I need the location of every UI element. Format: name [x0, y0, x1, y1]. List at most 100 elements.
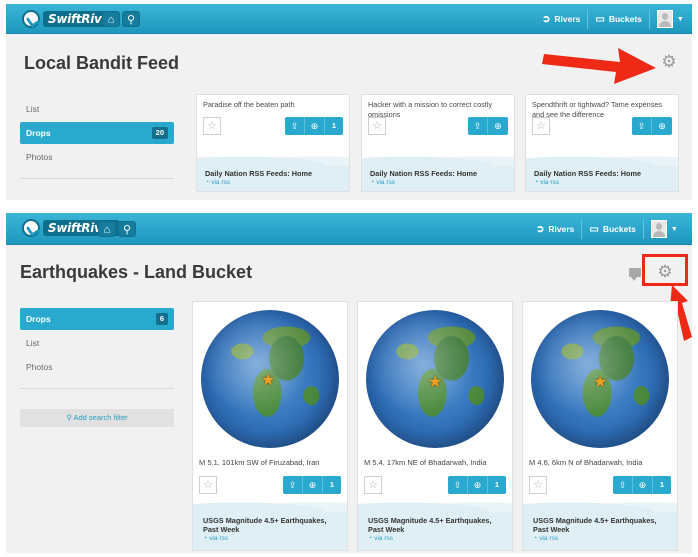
add-to-bucket-icon[interactable]: ⊕ [468, 476, 488, 494]
source-name[interactable]: Daily Nation RSS Feeds: Home [205, 169, 341, 178]
search-button[interactable]: ⚲ [122, 11, 140, 27]
drop-action-group: ⇪ ⊕ [632, 117, 672, 135]
rss-icon: ◔ [533, 535, 538, 542]
share-icon[interactable]: ⇪ [283, 476, 303, 494]
share-icon[interactable]: ⇪ [285, 117, 305, 135]
buckets-label: Buckets [602, 223, 636, 234]
drop-action-group: ⇪ ⊕ 1 [613, 476, 671, 494]
star-icon[interactable]: ☆ [529, 476, 547, 494]
add-to-bucket-icon[interactable]: ⊕ [303, 476, 323, 494]
chevron-down-icon[interactable]: ▼ [677, 16, 684, 23]
home-button[interactable]: ⌂ [102, 11, 120, 27]
sidebar-item-label: Drops [26, 128, 51, 138]
share-icon[interactable]: ⇪ [468, 117, 488, 135]
add-to-bucket-icon[interactable]: ⊕ [652, 117, 672, 135]
avatar[interactable] [650, 220, 667, 238]
source-name[interactable]: Daily Nation RSS Feeds: Home [370, 169, 506, 178]
via-label: via rss [211, 179, 231, 186]
drop-card[interactable]: ★ M 5.4, 17km NE of Bhadarwah, India ☆ ⇪… [357, 301, 513, 551]
drop-card[interactable]: Paradise off the beaten path ☆ ⇪ ⊕ 1 Dai… [196, 94, 350, 192]
add-to-bucket-icon[interactable]: ⊕ [633, 476, 653, 494]
drop-action-group: ⇪ ⊕ 1 [283, 476, 341, 494]
sidebar-item-photos[interactable]: Photos [20, 146, 174, 168]
nav-separator [648, 9, 650, 29]
drop-card[interactable]: ★ M 5.1, 101km SW of Firuzabad, Iran ☆ ⇪… [192, 301, 348, 551]
red-highlight-box [642, 254, 688, 286]
sidebar-item-label: List [26, 338, 40, 348]
sidebar-item-list[interactable]: List [20, 332, 174, 354]
drop-card[interactable]: ★ M 4.6, 6km N of Bhadarwah, India ☆ ⇪ ⊕… [522, 301, 678, 551]
rss-icon: ◔ [370, 179, 375, 186]
drop-title: M 5.1, 101km SW of Firuzabad, Iran [199, 458, 320, 467]
drop-actions: ☆ ⇪ ⊕ 1 [199, 476, 341, 496]
sidebar-item-list[interactable]: List [20, 98, 174, 120]
sidebar-item-drops[interactable]: Drops 6 [20, 308, 174, 330]
drop-action-group: ⇪ ⊕ 1 [285, 117, 343, 135]
rivers-label: Rivers [554, 13, 581, 24]
top-right-nav: ➲ Rivers ▭ Buckets ▼ [536, 213, 678, 245]
home-button[interactable]: ⌂ [98, 221, 116, 237]
rivers-link[interactable]: ➲ Rivers [542, 14, 580, 25]
sidebar-item-label: Photos [26, 152, 53, 162]
drop-source: Daily Nation RSS Feeds: Home ◔ via rss [362, 154, 514, 191]
comment-icon[interactable] [629, 268, 641, 281]
gear-icon[interactable]: ⚙ [661, 53, 677, 70]
star-icon[interactable]: ☆ [532, 117, 550, 135]
share-icon[interactable]: ⇪ [632, 117, 652, 135]
via-rss: ◔ via rss [205, 179, 341, 186]
sidebar-item-label: List [26, 104, 40, 114]
add-filter-label: Add search filter [73, 413, 128, 422]
drop-title: Paradise off the beaten path [203, 100, 295, 109]
drop-action-group: ⇪ ⊕ [468, 117, 508, 135]
drop-title: Hacker with a mission to correct costly … [368, 100, 493, 119]
bucket-screenshot: SwiftRiver ⌂ ⚲ ➲ Rivers ▭ Buckets ▼ Earthq… [6, 213, 692, 553]
avatar[interactable] [656, 10, 673, 28]
buckets-link[interactable]: ▭ Buckets [589, 224, 636, 235]
source-name[interactable]: USGS Magnitude 4.5+ Earthquakes, Past We… [533, 516, 669, 534]
home-icon: ⌂ [103, 224, 111, 236]
via-label: via rss [376, 179, 396, 186]
drop-source: USGS Magnitude 4.5+ Earthquakes, Past We… [358, 500, 512, 550]
star-icon[interactable]: ☆ [199, 476, 217, 494]
nav-separator [581, 219, 583, 239]
source-name[interactable]: USGS Magnitude 4.5+ Earthquakes, Past We… [203, 516, 339, 534]
sidebar-item-label: Photos [26, 362, 53, 372]
via-rss: ◔ via rss [370, 179, 506, 186]
via-rss: ◔ via rss [368, 535, 504, 542]
buckets-link[interactable]: ▭ Buckets [595, 14, 642, 25]
top-navbar: SwiftRiver ⌂ ⚲ ➲ Rivers ▭ Buckets ▼ [6, 213, 692, 245]
rivers-link[interactable]: ➲ Rivers [536, 224, 574, 235]
star-icon[interactable]: ☆ [368, 117, 386, 135]
page-title: Local Bandit Feed [24, 53, 180, 73]
sidebar-item-drops[interactable]: Drops 20 [20, 122, 174, 144]
drop-source: Daily Nation RSS Feeds: Home ◔ via rss [526, 154, 678, 191]
feed-sidebar: List Drops 20 Photos [20, 98, 174, 179]
source-name[interactable]: Daily Nation RSS Feeds: Home [534, 169, 670, 178]
star-icon[interactable]: ☆ [203, 117, 221, 135]
nav-separator [587, 9, 589, 29]
chevron-down-icon[interactable]: ▼ [671, 226, 678, 233]
via-label: via rss [540, 179, 560, 186]
add-search-filter-button[interactable]: ⚲ Add search filter [20, 409, 174, 427]
share-icon[interactable]: ⇪ [613, 476, 633, 494]
add-to-bucket-icon[interactable]: ⊕ [488, 117, 508, 135]
bucket-sidebar: Drops 6 List Photos ⚲ Add search filter [20, 308, 174, 427]
drop-actions: ☆ ⇪ ⊕ 1 [529, 476, 671, 496]
star-icon[interactable]: ☆ [364, 476, 382, 494]
add-to-bucket-icon[interactable]: ⊕ [305, 117, 325, 135]
search-icon: ⚲ [126, 14, 136, 26]
share-icon[interactable]: ⇪ [448, 476, 468, 494]
drop-card[interactable]: Spendthrift or tightwad? Tame expenses a… [525, 94, 679, 192]
drops-count-badge: 20 [151, 127, 168, 139]
source-name[interactable]: USGS Magnitude 4.5+ Earthquakes, Past We… [368, 516, 504, 534]
drop-card[interactable]: Hacker with a mission to correct costly … [361, 94, 515, 192]
rivers-icon: ➲ [542, 13, 551, 25]
rss-icon: ◔ [203, 535, 208, 542]
search-button[interactable]: ⚲ [118, 221, 136, 237]
top-navbar: SwiftRiver ⌂ ⚲ ➲ Rivers ▭ Buckets ▼ [6, 4, 692, 34]
via-label: via rss [539, 535, 559, 542]
sidebar-item-label: Drops [26, 314, 51, 324]
page-title: Earthquakes - Land Bucket [20, 262, 253, 282]
sidebar-item-photos[interactable]: Photos [20, 356, 174, 378]
bucket-count: 1 [331, 121, 337, 130]
